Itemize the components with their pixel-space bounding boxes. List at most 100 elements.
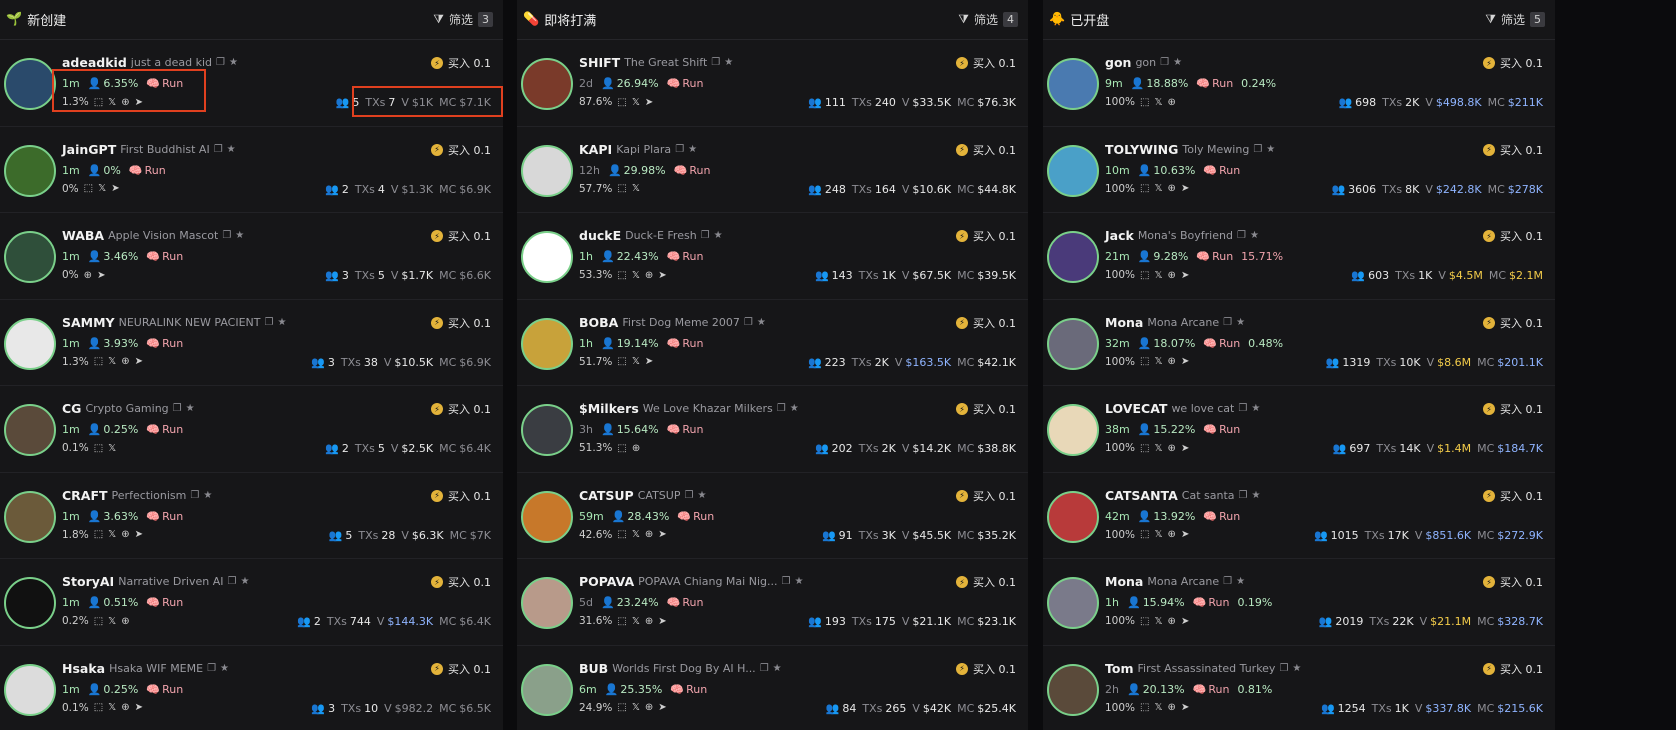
- web-icon[interactable]: ⬚: [94, 616, 103, 627]
- token-ticker[interactable]: BUB: [579, 661, 608, 676]
- token-ticker[interactable]: CATSUP: [579, 488, 634, 503]
- token-ticker[interactable]: gon: [1105, 55, 1131, 70]
- web-icon[interactable]: ⬚: [94, 443, 103, 454]
- token-ticker[interactable]: LOVECAT: [1105, 401, 1167, 416]
- globe-icon[interactable]: ⊕: [1168, 443, 1176, 454]
- token-ticker[interactable]: WABA: [62, 228, 104, 243]
- tg-icon[interactable]: ➤: [658, 702, 666, 713]
- star-icon[interactable]: ★: [1266, 144, 1275, 155]
- token-ticker[interactable]: KAPI: [579, 142, 612, 157]
- token-card[interactable]: WABA Apple Vision Mascot ❐ ★ ⚡ 买入 0.1 1m 👤 3.46%…: [0, 213, 503, 300]
- buy-button[interactable]: ⚡ 买入 0.1: [956, 228, 1016, 244]
- token-avatar[interactable]: [1047, 577, 1099, 629]
- tg-icon[interactable]: ➤: [1181, 443, 1189, 454]
- token-ticker[interactable]: JainGPT: [62, 142, 116, 157]
- x-icon[interactable]: 𝕏: [632, 702, 640, 713]
- token-ticker[interactable]: SAMMY: [62, 315, 115, 330]
- token-avatar[interactable]: [4, 404, 56, 456]
- token-ticker[interactable]: Jack: [1105, 228, 1134, 243]
- token-card[interactable]: gon gon ❐ ★ ⚡ 买入 0.1 9m 👤 18.88% 🧠 Run 0.24% 100% ⬚ 𝕏 ⊕…: [1043, 40, 1555, 127]
- token-avatar[interactable]: [1047, 317, 1099, 370]
- buy-button[interactable]: ⚡ 买入 0.1: [956, 488, 1016, 504]
- copy-icon[interactable]: ❐: [1279, 663, 1288, 674]
- buy-button[interactable]: ⚡ 买入 0.1: [1483, 315, 1543, 331]
- star-icon[interactable]: ★: [186, 403, 195, 414]
- token-avatar[interactable]: [4, 58, 56, 110]
- copy-icon[interactable]: ❐: [1253, 144, 1262, 155]
- buy-button[interactable]: ⚡ 买入 0.1: [431, 401, 491, 417]
- web-icon[interactable]: ⬚: [617, 616, 626, 627]
- buy-button[interactable]: ⚡ 买入 0.1: [956, 55, 1016, 71]
- buy-button[interactable]: ⚡ 买入 0.1: [431, 55, 491, 71]
- buy-button[interactable]: ⚡ 买入 0.1: [431, 228, 491, 244]
- token-ticker[interactable]: TOLYWING: [1105, 142, 1178, 157]
- star-icon[interactable]: ★: [790, 403, 799, 414]
- buy-button[interactable]: ⚡ 买入 0.1: [956, 661, 1016, 677]
- web-icon[interactable]: ⬚: [617, 443, 626, 454]
- web-icon[interactable]: ⬚: [1140, 616, 1149, 627]
- x-icon[interactable]: 𝕏: [632, 183, 640, 194]
- copy-icon[interactable]: ❐: [1238, 403, 1247, 414]
- token-avatar[interactable]: [1047, 231, 1099, 283]
- star-icon[interactable]: ★: [1251, 403, 1260, 414]
- star-icon[interactable]: ★: [235, 230, 244, 241]
- token-avatar[interactable]: [521, 144, 573, 197]
- filter-button[interactable]: ⧩ 筛选 3: [433, 11, 493, 28]
- globe-icon[interactable]: ⊕: [645, 270, 653, 281]
- tg-icon[interactable]: ➤: [135, 529, 143, 540]
- buy-button[interactable]: ⚡ 买入 0.1: [1483, 661, 1543, 677]
- token-card[interactable]: Mona Mona Arcane ❐ ★ ⚡ 买入 0.1 1h 👤 15.94% 🧠 Run 0.1…: [1043, 559, 1555, 646]
- x-icon[interactable]: 𝕏: [1154, 97, 1162, 108]
- tg-icon[interactable]: ➤: [135, 702, 143, 713]
- copy-icon[interactable]: ❐: [1239, 490, 1248, 501]
- web-icon[interactable]: ⬚: [1140, 443, 1149, 454]
- star-icon[interactable]: ★: [794, 576, 803, 587]
- star-icon[interactable]: ★: [688, 144, 697, 155]
- globe-icon[interactable]: ⊕: [121, 529, 129, 540]
- globe-icon[interactable]: ⊕: [1168, 270, 1176, 281]
- globe-icon[interactable]: ⊕: [84, 270, 92, 281]
- x-icon[interactable]: 𝕏: [1154, 616, 1162, 627]
- star-icon[interactable]: ★: [1250, 230, 1259, 241]
- web-icon[interactable]: ⬚: [1140, 183, 1149, 194]
- buy-button[interactable]: ⚡ 买入 0.1: [1483, 488, 1543, 504]
- token-card[interactable]: CATSANTA Cat santa ❐ ★ ⚡ 买入 0.1 42m 👤 13.92% 🧠 Run…: [1043, 473, 1555, 559]
- web-icon[interactable]: ⬚: [617, 270, 626, 281]
- copy-icon[interactable]: ❐: [1223, 576, 1232, 587]
- copy-icon[interactable]: ❐: [1223, 317, 1232, 328]
- token-avatar[interactable]: [521, 663, 573, 716]
- globe-icon[interactable]: ⊕: [1168, 616, 1176, 627]
- buy-button[interactable]: ⚡ 买入 0.1: [956, 142, 1016, 158]
- copy-icon[interactable]: ❐: [1160, 57, 1169, 68]
- star-icon[interactable]: ★: [1236, 576, 1245, 587]
- copy-icon[interactable]: ❐: [781, 576, 790, 587]
- globe-icon[interactable]: ⊕: [645, 529, 653, 540]
- buy-button[interactable]: ⚡ 买入 0.1: [956, 574, 1016, 590]
- star-icon[interactable]: ★: [203, 490, 212, 501]
- web-icon[interactable]: ⬚: [1140, 270, 1149, 281]
- token-card[interactable]: SAMMY NEURALINK NEW PACIENT ❐ ★ ⚡ 买入 0.1 1m 👤 3.…: [0, 300, 503, 386]
- copy-icon[interactable]: ❐: [228, 576, 237, 587]
- token-ticker[interactable]: BOBA: [579, 315, 618, 330]
- tg-icon[interactable]: ➤: [1181, 702, 1189, 713]
- star-icon[interactable]: ★: [697, 490, 706, 501]
- token-avatar[interactable]: [1047, 58, 1099, 110]
- buy-button[interactable]: ⚡ 买入 0.1: [1483, 142, 1543, 158]
- x-icon[interactable]: 𝕏: [108, 702, 116, 713]
- token-card[interactable]: BUB Worlds First Dog By AI H... ❐ ★ ⚡ 买入 0.1 6…: [517, 646, 1028, 730]
- buy-button[interactable]: ⚡ 买入 0.1: [431, 142, 491, 158]
- star-icon[interactable]: ★: [227, 144, 236, 155]
- globe-icon[interactable]: ⊕: [1168, 529, 1176, 540]
- token-card[interactable]: CATSUP CATSUP ❐ ★ ⚡ 买入 0.1 59m 👤 28.43% 🧠 Run 42.6%…: [517, 473, 1028, 559]
- filter-button[interactable]: ⧩ 筛选 5: [1485, 11, 1545, 28]
- tg-icon[interactable]: ➤: [1181, 183, 1189, 194]
- copy-icon[interactable]: ❐: [760, 663, 769, 674]
- buy-button[interactable]: ⚡ 买入 0.1: [1483, 55, 1543, 71]
- web-icon[interactable]: ⬚: [1140, 529, 1149, 540]
- x-icon[interactable]: 𝕏: [1154, 529, 1162, 540]
- tg-icon[interactable]: ➤: [111, 183, 119, 194]
- star-icon[interactable]: ★: [240, 576, 249, 587]
- globe-icon[interactable]: ⊕: [632, 443, 640, 454]
- x-icon[interactable]: 𝕏: [632, 97, 640, 108]
- globe-icon[interactable]: ⊕: [121, 702, 129, 713]
